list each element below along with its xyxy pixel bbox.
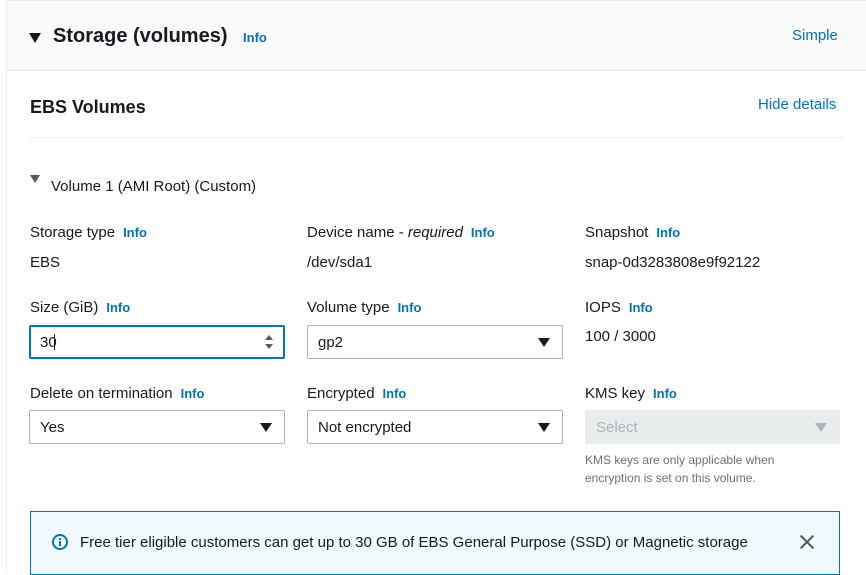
kms-key-placeholder: Select — [596, 419, 638, 436]
delete-on-termination-label-text: Delete on termination — [30, 385, 173, 402]
iops-label: IOPS Info — [585, 299, 653, 316]
collapse-caret-icon[interactable] — [29, 33, 41, 43]
size-label: Size (GiB) Info — [30, 299, 130, 316]
delete-on-termination-value: Yes — [40, 419, 65, 436]
text-cursor — [53, 334, 55, 350]
kms-key-label: KMS key Info — [585, 385, 677, 402]
device-name-label: Device name - required Info — [307, 224, 495, 241]
storage-panel-header: Storage (volumes) Info Simple — [7, 1, 866, 71]
volume-title: Volume 1 (AMI Root) (Custom) — [51, 178, 257, 195]
volume-type-label: Volume type Info — [307, 299, 421, 316]
device-name-info-link[interactable]: Info — [471, 225, 495, 240]
dropdown-arrow-icon — [260, 423, 272, 432]
info-circle-icon — [52, 534, 68, 550]
section-divider — [30, 137, 844, 138]
kms-key-select[interactable]: Select — [585, 410, 840, 444]
encrypted-value: Not encrypted — [318, 419, 412, 436]
size-input[interactable]: 30 — [29, 325, 285, 359]
volume-type-value: gp2 — [318, 334, 344, 351]
delete-on-termination-select[interactable]: Yes — [29, 410, 285, 444]
storage-panel: Storage (volumes) Info Simple EBS Volume… — [6, 0, 866, 575]
device-name-label-text: Device name - — [307, 224, 408, 241]
hide-details-link[interactable]: Hide details — [758, 96, 836, 113]
encrypted-label: Encrypted Info — [307, 385, 406, 402]
snapshot-value: snap-0d3283808e9f92122 — [585, 254, 761, 271]
kms-key-hint: KMS keys are only applicable when encryp… — [585, 453, 775, 485]
iops-value: 100 / 3000 — [585, 328, 656, 345]
storage-type-label: Storage type Info — [30, 224, 147, 241]
volume-collapse-caret-icon[interactable] — [30, 175, 40, 183]
snapshot-label: Snapshot Info — [585, 224, 680, 241]
storage-type-info-link[interactable]: Info — [123, 225, 147, 240]
kms-key-info-link[interactable]: Info — [653, 386, 677, 401]
size-label-text: Size (GiB) — [30, 299, 99, 316]
volume-type-label-text: Volume type — [307, 299, 390, 316]
free-tier-alert: Free tier eligible customers can get up … — [30, 511, 840, 575]
dropdown-arrow-icon — [815, 423, 827, 432]
encrypted-label-text: Encrypted — [307, 385, 375, 402]
iops-label-text: IOPS — [585, 299, 621, 316]
delete-on-termination-info-link[interactable]: Info — [181, 386, 205, 401]
stepper-icon[interactable] — [265, 335, 275, 351]
simple-link[interactable]: Simple — [792, 27, 838, 44]
device-name-value: /dev/sda1 — [307, 254, 373, 271]
kms-key-label-text: KMS key — [585, 385, 646, 402]
storage-type-value: EBS — [30, 254, 61, 271]
dropdown-arrow-icon — [538, 423, 550, 432]
volume-type-info-link[interactable]: Info — [398, 300, 422, 315]
storage-title-text: Storage (volumes) — [53, 25, 228, 47]
dropdown-arrow-icon — [538, 338, 550, 347]
alert-text: Free tier eligible customers can get up … — [80, 534, 748, 551]
encrypted-select[interactable]: Not encrypted — [307, 410, 563, 444]
storage-info-link[interactable]: Info — [243, 30, 267, 45]
snapshot-label-text: Snapshot — [585, 224, 649, 241]
ebs-volumes-title: EBS Volumes — [30, 97, 146, 117]
close-icon[interactable] — [798, 533, 816, 551]
delete-on-termination-label: Delete on termination Info — [30, 385, 204, 402]
encrypted-info-link[interactable]: Info — [383, 386, 407, 401]
volume-type-select[interactable]: gp2 — [307, 325, 563, 359]
device-name-required: required — [407, 224, 463, 241]
iops-info-link[interactable]: Info — [629, 300, 653, 315]
storage-title: Storage (volumes) Info — [53, 25, 267, 48]
storage-type-label-text: Storage type — [30, 224, 116, 241]
snapshot-info-link[interactable]: Info — [656, 225, 680, 240]
size-info-link[interactable]: Info — [106, 300, 130, 315]
